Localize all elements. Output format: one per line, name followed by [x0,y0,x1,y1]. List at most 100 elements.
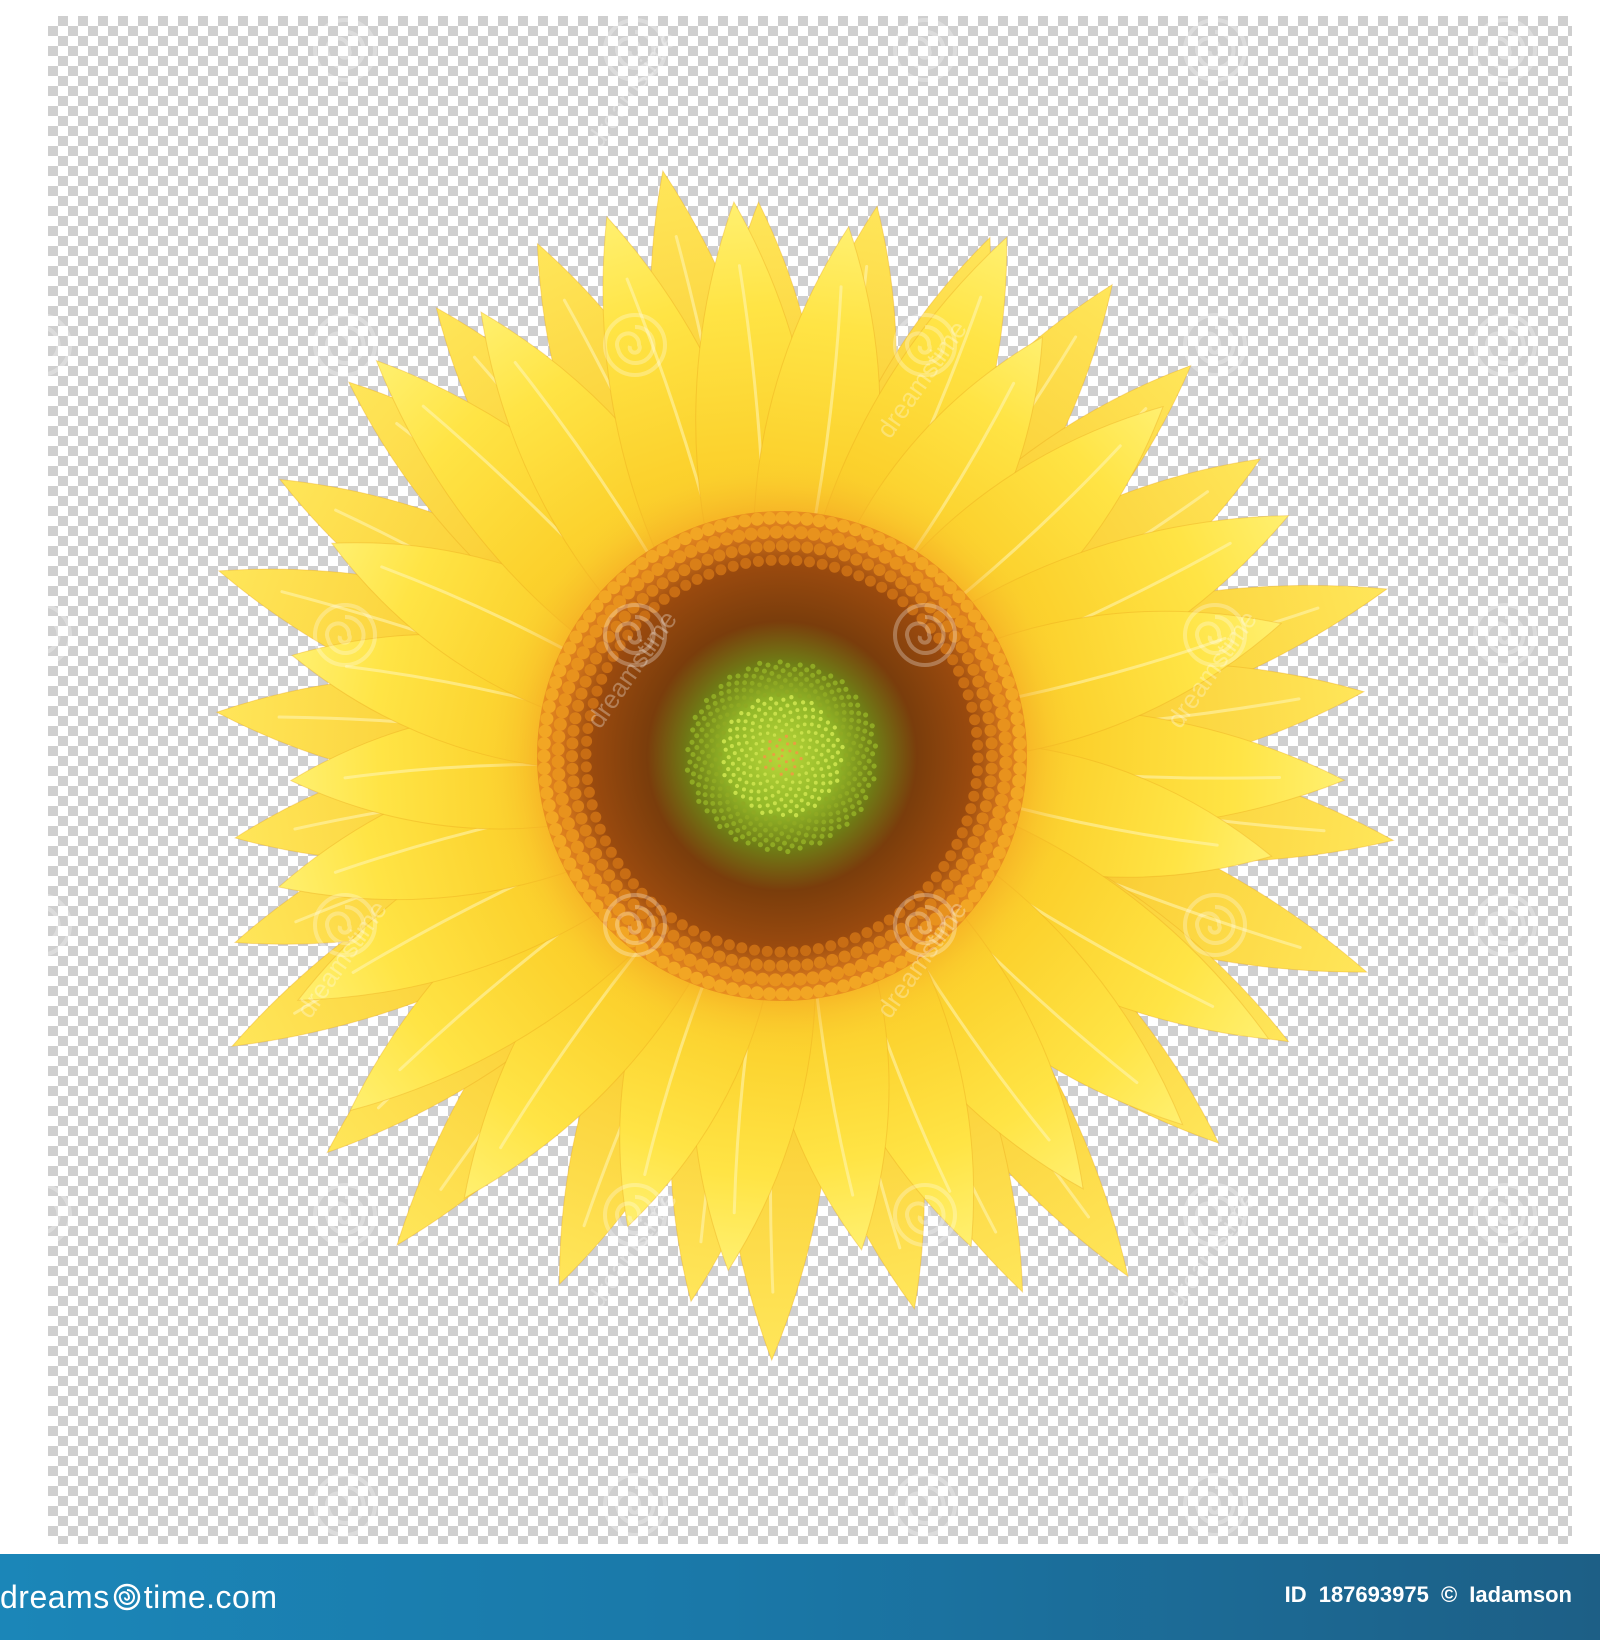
seed-floret [948,869,961,882]
seed-floret [941,620,954,633]
seed-floret [819,804,825,809]
seed-floret [571,657,585,671]
seed-floret [656,543,670,557]
seed-floret [773,711,778,716]
seed-floret [809,722,814,727]
seed-floret [761,668,767,674]
seed-floret [756,774,760,778]
seed-floret [813,731,818,736]
seed-floret [815,678,821,684]
seed-floret [694,733,700,739]
seed-floret [569,868,583,882]
seed-floret [703,568,715,580]
seed-floret [763,511,776,525]
seed-floret [710,785,716,791]
seed-floret [855,702,861,708]
seed-floret [979,800,992,813]
seed-floret [825,699,830,704]
seed-floret [821,812,826,817]
seed-floret [627,898,640,911]
seed-floret [797,845,803,851]
seed-floret [792,734,797,738]
seed-floret [792,666,798,672]
seed-floret [768,809,773,814]
seed-floret [596,641,609,654]
seed-floret [750,986,764,1000]
seed-floret [1008,799,1022,812]
seed-floret [614,640,626,651]
seed-floret [735,811,741,817]
seed-floret [751,781,756,786]
seed-floret [790,772,794,776]
seed-floret [833,762,838,767]
seed-floret [785,662,791,668]
seed-floret [800,816,805,821]
seed-floret [728,736,733,741]
seed-floret [788,787,793,791]
seed-floret [552,767,566,781]
seed-floret [754,751,758,756]
seed-floret [804,771,808,775]
seed-floret [753,714,758,719]
seed-floret [846,761,851,767]
seed-floret [984,670,998,683]
seed-floret [1008,700,1022,713]
seed-floret [718,714,723,720]
seed-floret [813,773,817,778]
seed-floret [862,765,868,771]
seed-floret [780,812,786,818]
seed-floret [938,861,950,872]
seed-floret [830,731,835,737]
seed-floret [760,810,765,815]
seed-floret [862,941,875,954]
seed-floret [905,584,918,597]
seed-floret [584,710,596,722]
seed-floret [984,724,997,737]
seed-floret [801,738,805,742]
seed-floret [933,632,945,644]
seed-floret [828,772,833,777]
seed-floret [749,944,760,956]
seed-floret [655,904,667,916]
seed-floret [750,512,764,526]
seed-floret [877,948,891,962]
seed-floret [818,969,832,983]
seed-floret [651,563,665,576]
seed-floret [711,808,717,814]
seed-floret [710,800,716,806]
seed-floret [979,699,992,712]
seed-floret [750,757,754,762]
seed-floret [888,942,902,956]
seed-floret [562,681,576,695]
seed-floret [816,724,821,729]
seed-floret [821,675,827,681]
seed-floret [840,744,845,750]
seed-floret [864,747,870,753]
seed-floret [768,696,774,701]
seed-floret [770,793,775,798]
seed-floret [687,759,693,765]
seed-floret [587,697,599,709]
seed-floret [705,704,711,710]
seed-floret [802,707,808,712]
seed-floret [801,958,814,971]
seed-floret [860,971,874,985]
seed-floret [813,811,819,817]
seed-floret [846,781,852,786]
seed-floret [599,835,611,847]
seed-floret [714,816,720,822]
seed-floret [813,956,826,969]
seed-floret [796,724,800,728]
seed-floret [699,930,711,942]
seed-floret [971,765,983,777]
seed-floret [837,793,843,799]
seed-floret [741,787,747,792]
seed-floret [752,827,758,832]
seed-floret [724,822,730,829]
seed-floret [779,831,785,836]
seed-floret [713,979,727,993]
seed-floret [773,826,779,832]
seed-floret [997,834,1011,848]
seed-floret [988,817,1002,831]
seed-floret [809,840,815,846]
